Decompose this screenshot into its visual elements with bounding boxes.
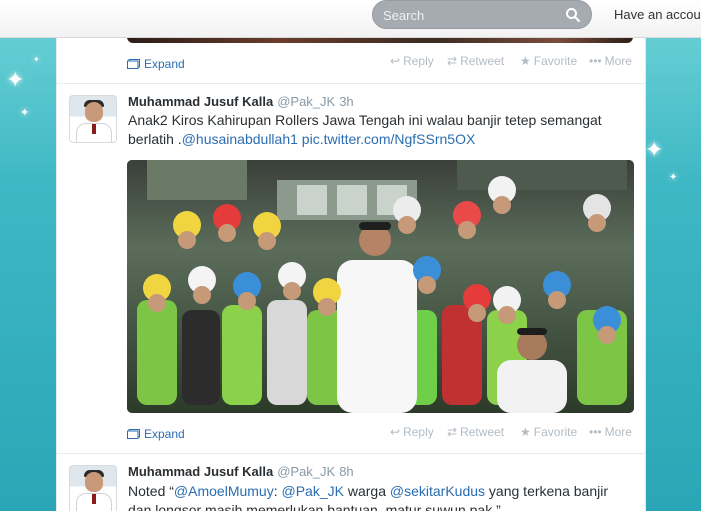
have-account-link[interactable]: Have an account? <box>614 7 701 22</box>
tweet-header: Muhammad Jusuf Kalla @Pak_JK 8h <box>128 464 354 479</box>
timeline-stream: Expand ↩ Reply ⇄ Retweet ★ Favorite ••• More… <box>56 38 646 511</box>
retweet-button[interactable]: ⇄ Retweet <box>447 54 504 68</box>
avatar[interactable] <box>69 95 117 143</box>
reply-icon: ↩ <box>390 54 401 68</box>
sparkle-decoration: ✦ <box>20 106 30 119</box>
search-input[interactable] <box>383 7 553 24</box>
reply-button[interactable]: ↩ Reply <box>390 425 434 439</box>
sparkle-decoration: ✦ <box>669 172 678 183</box>
sparkle-decoration: ✦ <box>6 68 25 93</box>
mention-link[interactable]: @sekitarKudus <box>390 483 485 499</box>
retweet-icon: ⇄ <box>447 425 458 439</box>
retweet-button[interactable]: ⇄ Retweet <box>447 425 504 439</box>
favorite-button[interactable]: ★ Favorite <box>520 54 577 68</box>
tweet-actions: ↩ Reply ⇄ Retweet ★ Favorite ••• More <box>57 425 645 441</box>
pic-link[interactable]: pic.twitter.com/NgfSSrn5OX <box>302 131 476 147</box>
tweet-header: Muhammad Jusuf Kalla @Pak_JK 3h <box>128 94 354 109</box>
tweet[interactable]: Muhammad Jusuf Kalla @Pak_JK 3h Anak2 Kiro… <box>57 84 645 454</box>
search-box[interactable] <box>372 0 592 29</box>
search-icon[interactable] <box>565 7 581 23</box>
tweet-timestamp[interactable]: 8h <box>339 464 353 479</box>
star-icon: ★ <box>520 54 531 68</box>
star-icon: ★ <box>520 425 531 439</box>
reply-button[interactable]: ↩ Reply <box>390 54 434 68</box>
retweet-icon: ⇄ <box>447 54 458 68</box>
favorite-button[interactable]: ★ Favorite <box>520 425 577 439</box>
mention-link[interactable]: @AmoelMumuy <box>174 483 274 499</box>
reply-icon: ↩ <box>390 425 401 439</box>
tweet-photo[interactable] <box>127 160 634 413</box>
more-button[interactable]: ••• More <box>589 425 632 439</box>
sparkle-decoration: ✦ <box>33 55 40 64</box>
tweet-username[interactable]: @Pak_JK <box>277 94 335 109</box>
tweet-username[interactable]: @Pak_JK <box>277 464 335 479</box>
tweet[interactable]: Muhammad Jusuf Kalla @Pak_JK 8h Noted “@Am… <box>57 454 645 511</box>
more-icon: ••• <box>589 54 602 68</box>
avatar[interactable] <box>69 465 117 511</box>
sparkle-decoration: ✦ <box>645 138 664 163</box>
previous-tweet-photo[interactable] <box>127 38 633 43</box>
tweet-author-name[interactable]: Muhammad Jusuf Kalla <box>128 464 273 479</box>
tweet-author-name[interactable]: Muhammad Jusuf Kalla <box>128 94 273 109</box>
tweet-actions: ↩ Reply ⇄ Retweet ★ Favorite ••• More <box>57 54 645 70</box>
top-nav-bar: Have an account? <box>0 0 701 38</box>
mention-link[interactable]: @Pak_JK <box>282 483 344 499</box>
mention-link[interactable]: @husainabdullah1 <box>182 131 298 147</box>
more-button[interactable]: ••• More <box>589 54 632 68</box>
tweet-text: Anak2 Kiros Kahirupan Rollers Jawa Tenga… <box>128 112 602 147</box>
tweet-timestamp[interactable]: 3h <box>339 94 353 109</box>
tweet-text: Noted “@AmoelMumuy: @Pak_JK warga @sekit… <box>128 483 609 511</box>
more-icon: ••• <box>589 425 602 439</box>
